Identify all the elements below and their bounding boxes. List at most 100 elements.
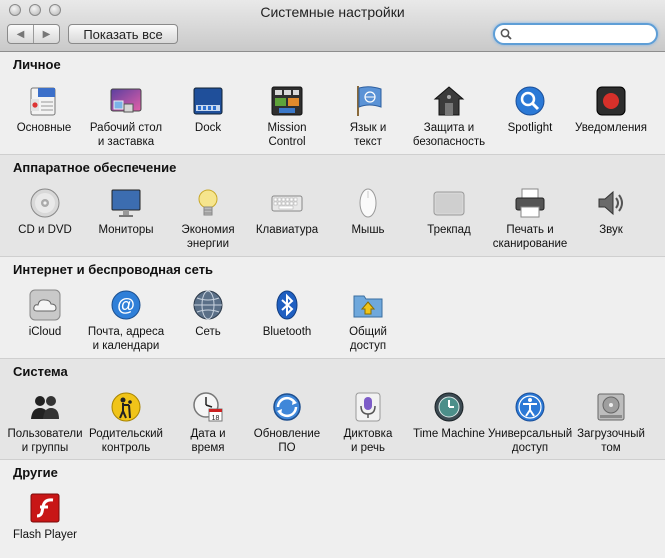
startup-disk-icon: [595, 391, 627, 423]
search-field[interactable]: [493, 23, 658, 45]
search-input[interactable]: [515, 26, 651, 42]
security-icon: [433, 85, 465, 117]
pane-spotlight[interactable]: Spotlight: [488, 85, 572, 135]
mission-control-icon: [271, 85, 303, 117]
pane-label: Звук: [599, 224, 623, 236]
system-preferences-window: Системные настройки ◀ ▶ Показать все Лич…: [0, 0, 665, 558]
dictation-speech-icon: [352, 391, 384, 423]
pane-label: Мышь: [351, 224, 385, 236]
pane-label: Дата и время: [190, 428, 226, 454]
sound-icon: [595, 187, 627, 219]
pane-general[interactable]: Основные: [2, 85, 86, 135]
pane-label: Клавиатура: [255, 224, 319, 236]
pane-label: Основные: [16, 122, 72, 134]
section-internet-wireless: Интернет и беспроводная сеть iCloud @ По…: [0, 257, 665, 359]
search-icon: [500, 28, 512, 40]
pane-parental-controls[interactable]: Родительский контроль: [84, 391, 168, 455]
pane-mouse[interactable]: Мышь: [326, 187, 410, 237]
pane-label: Загрузочный том: [577, 428, 645, 454]
svg-text:18: 18: [212, 415, 220, 422]
navigation-buttons: ◀ ▶: [7, 24, 60, 44]
bluetooth-icon: [271, 289, 303, 321]
keyboard-icon: [271, 187, 303, 219]
section-system: Система Пользователи и группы Родительски…: [0, 359, 665, 460]
date-time-icon: 18: [192, 391, 224, 423]
pane-bluetooth[interactable]: Bluetooth: [245, 289, 329, 339]
section-title: Аппаратное обеспечение: [13, 160, 177, 175]
pane-displays[interactable]: Мониторы: [84, 187, 168, 237]
section-title: Другие: [13, 465, 58, 480]
pane-users-groups[interactable]: Пользователи и группы: [3, 391, 87, 455]
pane-network[interactable]: Сеть: [166, 289, 250, 339]
pane-print-scan[interactable]: Печать и сканирование: [488, 187, 572, 251]
pane-sharing[interactable]: Общий доступ: [326, 289, 410, 353]
pane-flash-player[interactable]: Flash Player: [3, 492, 87, 542]
pane-icloud[interactable]: iCloud: [3, 289, 87, 339]
pane-time-machine[interactable]: Time Machine: [407, 391, 491, 441]
pane-language-text[interactable]: Язык и текст: [326, 85, 410, 149]
window-title: Системные настройки: [260, 4, 405, 20]
pane-dock[interactable]: Dock: [166, 85, 250, 135]
cd-dvd-icon: [29, 187, 61, 219]
pane-cd-dvd[interactable]: CD и DVD: [3, 187, 87, 237]
section-personal: Личное Основные Рабочий стол и заставка D…: [0, 52, 665, 155]
pane-accessibility[interactable]: Универсальный доступ: [488, 391, 572, 455]
svg-text:@: @: [117, 295, 135, 315]
back-button[interactable]: ◀: [8, 25, 33, 43]
pane-notifications[interactable]: Уведомления: [569, 85, 653, 135]
icloud-icon: [29, 289, 61, 321]
pane-trackpad[interactable]: Трекпад: [407, 187, 491, 237]
section-other: Другие Flash Player: [0, 460, 665, 558]
forward-button[interactable]: ▶: [33, 25, 59, 43]
section-title: Интернет и беспроводная сеть: [13, 262, 214, 277]
pane-label: Печать и сканирование: [492, 224, 568, 250]
sharing-icon: [352, 289, 384, 321]
mail-contacts-calendars-icon: @: [110, 289, 142, 321]
pane-label: Язык и текст: [349, 122, 387, 148]
pane-label: Защита и безопасность: [412, 122, 486, 148]
pane-label: Почта, адреса и календари: [87, 326, 165, 352]
pane-label: iCloud: [28, 326, 62, 338]
pane-software-update[interactable]: Обновление ПО: [245, 391, 329, 455]
section-title: Система: [13, 364, 68, 379]
pane-label: Dock: [194, 122, 222, 134]
section-hardware: Аппаратное обеспечение CD и DVD Мониторы…: [0, 155, 665, 257]
accessibility-icon: [514, 391, 546, 423]
pane-label: Сеть: [195, 326, 221, 338]
pane-energy-saver[interactable]: Экономия энергии: [166, 187, 250, 251]
pane-keyboard[interactable]: Клавиатура: [245, 187, 329, 237]
pane-label: Родительский контроль: [89, 428, 163, 454]
displays-icon: [110, 187, 142, 219]
pane-label: Универсальный доступ: [488, 428, 573, 454]
language-text-icon: [352, 85, 384, 117]
pane-label: Экономия энергии: [181, 224, 235, 250]
spotlight-icon: [514, 85, 546, 117]
dock-icon: [192, 85, 224, 117]
pane-label: Mission Control: [267, 122, 307, 148]
pane-date-time[interactable]: 18 Дата и время: [166, 391, 250, 455]
network-icon: [192, 289, 224, 321]
pane-label: Spotlight: [507, 122, 553, 134]
pane-mission-control[interactable]: Mission Control: [245, 85, 329, 149]
mouse-icon: [352, 187, 384, 219]
pane-desktop-screensaver[interactable]: Рабочий стол и заставка: [84, 85, 168, 149]
pane-mail-contacts-calendars[interactable]: @ Почта, адреса и календари: [84, 289, 168, 353]
show-all-button[interactable]: Показать все: [68, 24, 178, 44]
pane-label: Диктовка и речь: [343, 428, 393, 454]
pane-label: Рабочий стол и заставка: [89, 122, 163, 148]
pane-security[interactable]: Защита и безопасность: [407, 85, 491, 149]
pane-label: Time Machine: [413, 428, 485, 440]
flash-player-icon: [29, 492, 61, 524]
pane-sound[interactable]: Звук: [569, 187, 653, 237]
pane-label: Уведомления: [575, 122, 647, 134]
pane-label: Обновление ПО: [253, 428, 321, 454]
general-icon: [28, 85, 60, 117]
parental-controls-icon: [110, 391, 142, 423]
pane-startup-disk[interactable]: Загрузочный том: [569, 391, 653, 455]
pane-dictation-speech[interactable]: Диктовка и речь: [326, 391, 410, 455]
pane-label: Трекпад: [427, 224, 471, 236]
pane-label: Пользователи и группы: [7, 428, 83, 454]
pane-label: Flash Player: [13, 529, 77, 541]
pane-label: Bluetooth: [262, 326, 312, 338]
print-scan-icon: [514, 187, 546, 219]
